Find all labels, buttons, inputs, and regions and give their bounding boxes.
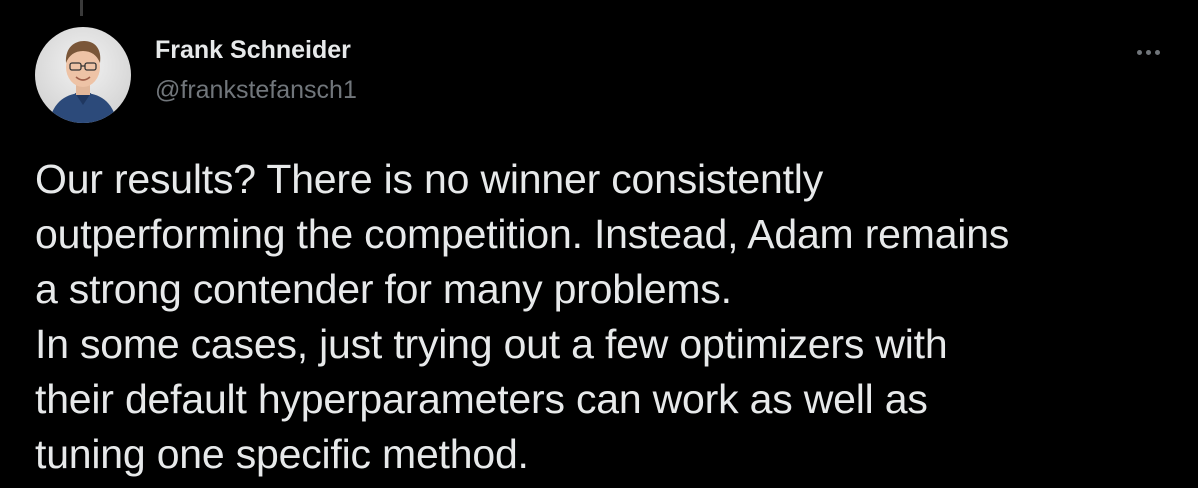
tweet-text-line: Our results? There is no winner consiste…	[35, 156, 824, 202]
tweet-text-line: their default hyperparameters can work a…	[35, 376, 928, 422]
tweet-text-line: outperforming the competition. Instead, …	[35, 211, 1010, 257]
thread-connector-line	[80, 0, 83, 16]
tweet-text-line: In some cases, just trying out a few opt…	[35, 321, 948, 367]
author-display-name[interactable]: Frank Schneider	[155, 35, 357, 65]
ellipsis-icon-dot	[1154, 49, 1160, 55]
tweet-card: Frank Schneider @frankstefansch1 Our res…	[0, 0, 1198, 488]
author-info: Frank Schneider @frankstefansch1	[155, 35, 357, 105]
ellipsis-icon-dot	[1145, 49, 1151, 55]
tweet-text-line: a strong contender for many problems.	[35, 266, 732, 312]
tweet-text: Our results? There is no winner consiste…	[35, 152, 1175, 482]
avatar-photo	[35, 27, 131, 123]
avatar[interactable]	[35, 27, 131, 123]
tweet-text-line: tuning one specific method.	[35, 431, 529, 477]
ellipsis-icon	[1136, 49, 1142, 55]
more-options-button[interactable]	[1124, 36, 1172, 68]
author-handle[interactable]: @frankstefansch1	[155, 75, 357, 105]
